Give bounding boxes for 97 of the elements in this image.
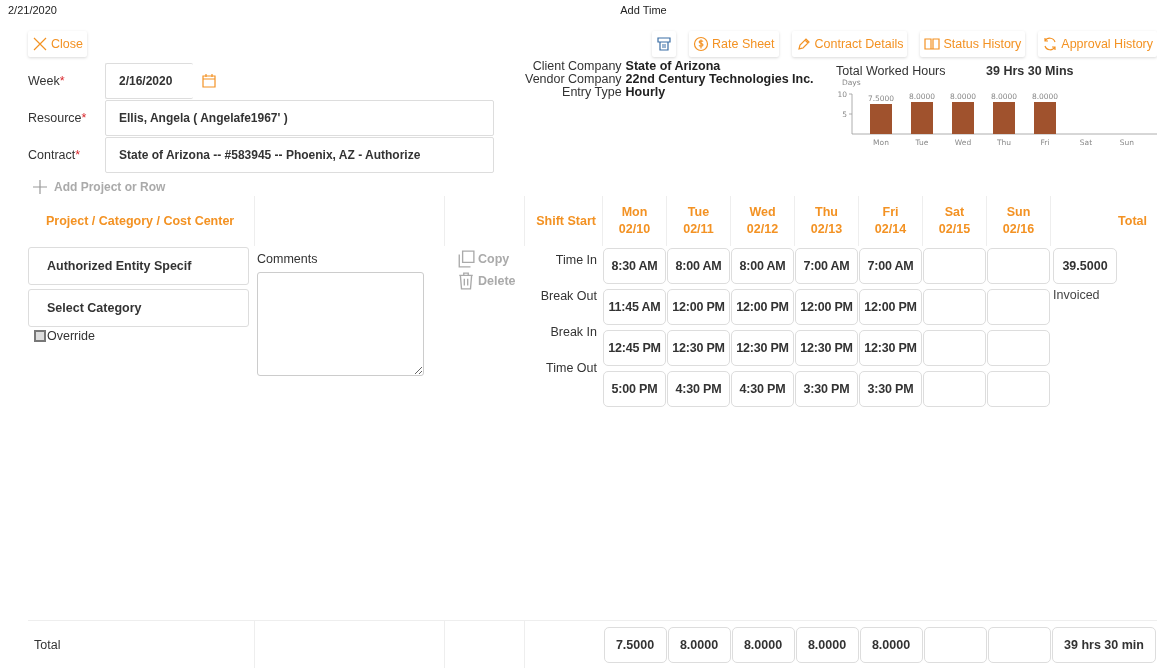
time-field[interactable] (987, 330, 1050, 366)
time-field[interactable]: 8:00 AM (667, 248, 730, 284)
time-field[interactable]: 12:45 PM (603, 330, 666, 366)
time-field[interactable]: 4:30 PM (667, 371, 730, 407)
input-field[interactable]: State of Arizona -- #583945 -- Phoenix, AZ - Authorize (105, 136, 494, 173)
field-label: Resource* (28, 110, 88, 125)
project-dropdown[interactable]: Authorized Entity Specif (28, 247, 249, 285)
time-field[interactable]: 12:30 PM (731, 330, 794, 366)
refresh-icon (1042, 36, 1059, 52)
copy-icon (457, 250, 475, 268)
total-field: 8.0000 (859, 626, 923, 663)
time-field[interactable]: 3:30 PM (859, 371, 922, 407)
time-field[interactable]: 8:30 AM (603, 248, 666, 284)
time-field[interactable] (987, 289, 1050, 325)
row-label: Time Out (546, 361, 597, 375)
total-field (923, 626, 987, 663)
trash-icon (457, 272, 475, 290)
time-field[interactable]: 12:00 PM (795, 289, 858, 325)
bar (911, 102, 933, 134)
time-field[interactable]: 12:30 PM (795, 330, 858, 366)
date-header: 02/14 (874, 221, 907, 238)
column-header: Shift Start (536, 212, 596, 230)
date-header: 02/15 (938, 221, 971, 238)
time-field[interactable]: 4:30 PM (731, 371, 794, 407)
row-label: Break Out (540, 289, 597, 303)
input-field[interactable]: Ellis, Angela ( Angelafe1967' ) (105, 99, 494, 136)
total-field (987, 626, 1051, 663)
time-field[interactable]: 8:00 AM (731, 248, 794, 284)
time-field[interactable]: 12:00 PM (731, 289, 794, 325)
total-field: 39.5000 (1053, 248, 1117, 284)
day-header: Wed (749, 204, 776, 221)
time-field[interactable]: 12:30 PM (667, 330, 730, 366)
bar (952, 102, 974, 134)
date-header: 02/16 (1002, 221, 1035, 238)
info-value: Hourly (625, 86, 666, 99)
status-text: Invoiced (1053, 288, 1101, 302)
info-label: Vendor Company (525, 73, 622, 86)
date-header: 02/10 (618, 221, 651, 238)
field-label: Week* (28, 73, 66, 88)
total-field: 8.0000 (795, 626, 859, 663)
printer-icon (656, 36, 672, 52)
bar (1034, 102, 1056, 134)
info-label: Entry Type (561, 86, 622, 99)
time-field[interactable]: 3:30 PM (795, 371, 858, 407)
date-field[interactable]: 2/16/2020 (105, 62, 193, 99)
day-header: Mon (621, 204, 648, 221)
time-field[interactable]: 12:00 PM (859, 289, 922, 325)
time-field[interactable]: 5:00 PM (603, 371, 666, 407)
plus-icon (32, 179, 48, 195)
bar (870, 104, 892, 134)
day-header: Sun (1006, 204, 1031, 221)
column-header: Total (1118, 212, 1147, 230)
window-title: Add Time (619, 4, 667, 16)
time-field[interactable] (923, 371, 986, 407)
close-icon (32, 36, 48, 52)
override-checkbox[interactable]: Override (28, 329, 255, 343)
total-field: 7.5000 (603, 626, 667, 663)
comments-field[interactable] (257, 272, 424, 376)
day-header: Tue (687, 204, 710, 221)
field-label: Contract* (28, 147, 82, 162)
column-header: Project / Category / Cost Center (46, 212, 235, 230)
time-field[interactable] (987, 371, 1050, 407)
icon-button[interactable] (652, 31, 676, 57)
date-header: 02/11 (683, 221, 714, 238)
day-header: Fri (882, 204, 899, 221)
time-field[interactable]: 12:00 PM (667, 289, 730, 325)
total-field: 8.0000 (731, 626, 795, 663)
time-field[interactable] (923, 248, 986, 284)
info-value: 22nd Century Technologies Inc. (625, 73, 814, 86)
date-header: 02/13 (810, 221, 843, 238)
summary-label: Total Worked Hours (836, 64, 947, 78)
row-label: Total (33, 637, 61, 652)
info-value: State of Arizona (625, 60, 722, 73)
book-icon (924, 36, 941, 52)
time-field[interactable]: 12:30 PM (859, 330, 922, 366)
row-label: Time In (555, 253, 597, 267)
time-field[interactable] (987, 248, 1050, 284)
dollar-icon (693, 36, 709, 52)
total-field: 8.0000 (667, 626, 731, 663)
time-field[interactable] (923, 330, 986, 366)
time-field[interactable] (923, 289, 986, 325)
date-header: 02/12 (746, 221, 779, 238)
field-label: Comments (257, 252, 319, 266)
time-field[interactable]: 11:45 AM (603, 289, 666, 325)
row-label: Break In (550, 325, 597, 339)
info-label: Client Company (531, 60, 622, 73)
pen-icon (795, 36, 812, 52)
day-header: Thu (815, 204, 838, 221)
time-field[interactable]: 7:00 AM (795, 248, 858, 284)
bar (993, 102, 1015, 134)
calendar-icon (201, 72, 217, 89)
date-text: 2/21/2020 (8, 4, 58, 18)
total-field: 39 hrs 30 min (1052, 626, 1156, 663)
category-dropdown[interactable]: Select Category (28, 289, 249, 327)
time-field[interactable]: 7:00 AM (859, 248, 922, 284)
summary-value: 39 Hrs 30 Mins (986, 64, 1074, 78)
day-header: Sat (944, 204, 965, 221)
